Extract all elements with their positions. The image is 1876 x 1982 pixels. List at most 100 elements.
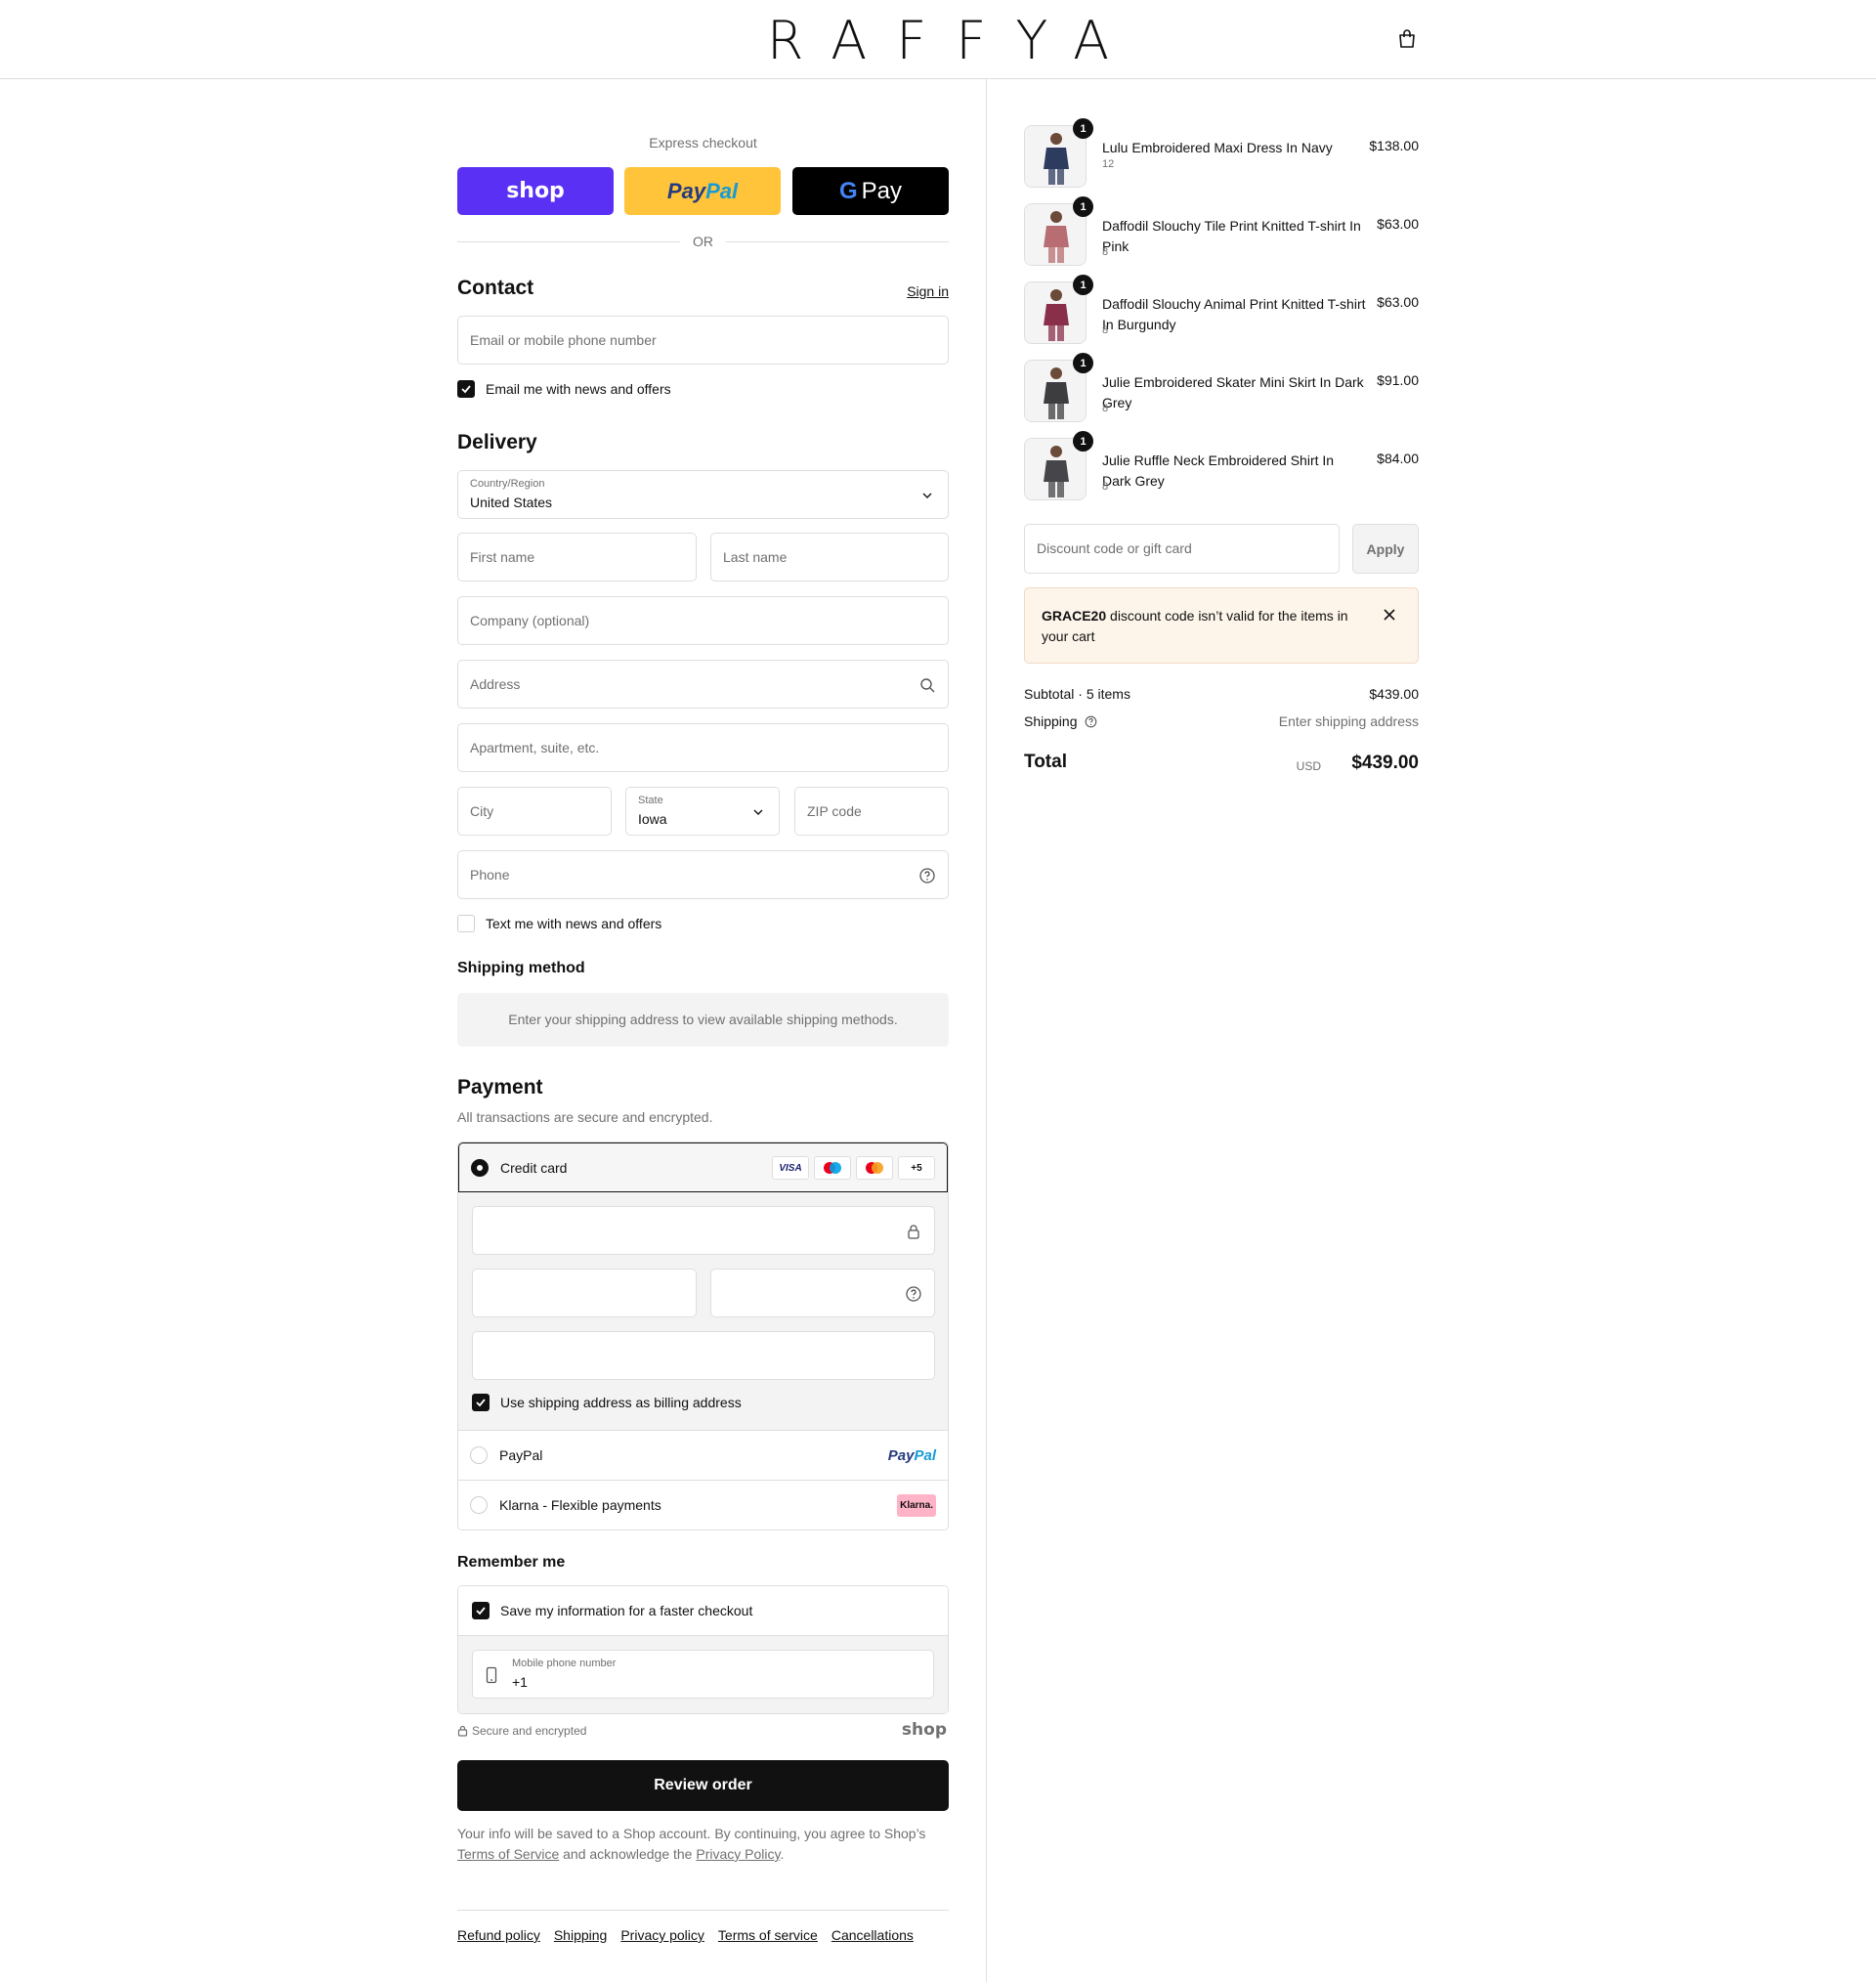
shopping-bag-icon[interactable] <box>1395 27 1419 51</box>
discount-error-alert: GRACE20 discount code isn’t valid for th… <box>1024 587 1419 664</box>
country-label: Country/Region <box>470 478 545 490</box>
last-name-field[interactable]: Last name <box>710 533 949 582</box>
phone-placeholder: Phone <box>470 867 510 883</box>
chevron-down-icon <box>753 809 763 815</box>
state-value: Iowa <box>638 811 667 827</box>
total-row: Total USD $439.00 <box>1024 752 1419 773</box>
help-circle-icon[interactable] <box>918 867 936 884</box>
store-logo[interactable]: RAFFYA <box>0 10 1876 71</box>
discount-code-field[interactable]: Discount code or gift card <box>1024 524 1340 574</box>
quantity-badge: 1 <box>1073 196 1093 217</box>
save-info-checkbox[interactable]: Save my information for a faster checkou… <box>458 1586 948 1635</box>
billing-address-checkbox[interactable]: Use shipping address as billing address <box>472 1394 742 1411</box>
phone-field[interactable]: Phone <box>457 850 949 899</box>
email-field[interactable]: Email or mobile phone number <box>457 316 949 365</box>
mobile-phone-field[interactable]: Mobile phone number +1 <box>472 1650 934 1699</box>
help-circle-icon[interactable] <box>905 1285 922 1303</box>
remember-me-box: Save my information for a faster checkou… <box>457 1585 949 1714</box>
email-news-checkbox[interactable]: Email me with news and offers <box>457 380 671 398</box>
lock-icon <box>908 1225 919 1239</box>
total-value: $439.00 <box>1351 753 1419 773</box>
paypal-express-button[interactable]: Pay Pal <box>624 167 781 215</box>
review-order-button[interactable]: Review order <box>457 1760 949 1811</box>
terms-of-service-footer-link[interactable]: Terms of service <box>718 1927 818 1943</box>
shop-account-legal: Your info will be saved to a Shop accoun… <box>457 1824 949 1865</box>
total-label: Total <box>1024 752 1067 772</box>
shop-pay-button[interactable]: shop <box>457 167 614 215</box>
quantity-badge: 1 <box>1073 118 1093 139</box>
delivery-heading: Delivery <box>457 431 537 453</box>
subtotal-label: Subtotal · 5 items <box>1024 686 1130 702</box>
city-field[interactable]: City <box>457 787 612 836</box>
sign-in-link[interactable]: Sign in <box>907 283 949 299</box>
state-select[interactable]: State Iowa <box>625 787 780 836</box>
help-circle-icon[interactable] <box>1085 715 1097 728</box>
secure-encrypted-label: Secure and encrypted <box>472 1724 587 1738</box>
subtotal-row: Subtotal · 5 items $439.00 <box>1024 686 1419 702</box>
mobile-phone-icon <box>486 1666 497 1684</box>
shop-pay-logo: shop <box>506 179 565 203</box>
paypal-option-label: PayPal <box>499 1447 543 1463</box>
search-icon <box>920 678 935 693</box>
currency-code: USD <box>1296 759 1321 773</box>
paypal-logo-part-b: Pal <box>705 178 739 203</box>
radio-unselected-icon[interactable] <box>470 1446 488 1464</box>
checkbox-unchecked-icon[interactable] <box>457 915 475 932</box>
zip-field[interactable]: ZIP code <box>794 787 949 836</box>
product-price: $63.00 <box>1377 216 1419 232</box>
lock-icon <box>457 1725 468 1737</box>
text-news-checkbox[interactable]: Text me with news and offers <box>457 915 661 932</box>
shipping-label: Shipping <box>1024 713 1078 729</box>
legal-text-c: . <box>780 1846 785 1862</box>
checkbox-checked-icon[interactable] <box>457 380 475 398</box>
company-field[interactable]: Company (optional) <box>457 596 949 645</box>
quantity-badge: 1 <box>1073 353 1093 373</box>
klarna-option-label: Klarna - Flexible payments <box>499 1497 661 1513</box>
checkbox-checked-icon[interactable] <box>472 1394 490 1411</box>
klarna-logo: Klarna. <box>897 1493 936 1517</box>
country-select[interactable]: Country/Region United States <box>457 470 949 519</box>
subtotal-value: $439.00 <box>1369 686 1419 702</box>
paypal-option[interactable]: PayPal PayPal <box>458 1430 948 1480</box>
product-name: Julie Embroidered Skater Mini Skirt In D… <box>1102 374 1364 410</box>
cancellations-link[interactable]: Cancellations <box>831 1927 914 1943</box>
radio-unselected-icon[interactable] <box>470 1496 488 1514</box>
address-field[interactable]: Address <box>457 660 949 709</box>
quantity-badge: 1 <box>1073 275 1093 295</box>
name-on-card-field[interactable] <box>472 1331 935 1380</box>
checkbox-checked-icon[interactable] <box>472 1602 490 1619</box>
expiration-date-field[interactable] <box>472 1269 697 1317</box>
shipping-value: Enter shipping address <box>1278 713 1419 729</box>
shipping-row: Shipping Enter shipping address <box>1024 713 1419 729</box>
privacy-policy-link[interactable]: Privacy Policy <box>696 1846 780 1862</box>
credit-card-label: Credit card <box>500 1159 568 1176</box>
state-label: State <box>638 795 663 806</box>
secure-encrypted-note: Secure and encrypted <box>457 1724 586 1738</box>
shop-logo: shop <box>901 1720 947 1740</box>
radio-selected-icon[interactable] <box>471 1158 489 1177</box>
refund-policy-link[interactable]: Refund policy <box>457 1927 540 1943</box>
quantity-badge: 1 <box>1073 431 1093 452</box>
google-pay-button[interactable]: G Pay <box>792 167 949 215</box>
product-variant: 8 <box>1102 324 1109 336</box>
apartment-field[interactable]: Apartment, suite, etc. <box>457 723 949 772</box>
card-number-field[interactable] <box>472 1206 935 1255</box>
discount-code-name: GRACE20 <box>1042 608 1107 624</box>
security-code-field[interactable] <box>710 1269 935 1317</box>
close-icon[interactable] <box>1383 608 1396 622</box>
klarna-option[interactable]: Klarna - Flexible payments Klarna. <box>458 1480 948 1530</box>
more-brands-badge: +5 <box>898 1156 935 1180</box>
remember-me-heading: Remember me <box>457 1554 566 1571</box>
apply-discount-button[interactable]: Apply <box>1352 524 1419 574</box>
credit-card-option[interactable]: Credit card VISA +5 <box>458 1142 948 1192</box>
privacy-policy-footer-link[interactable]: Privacy policy <box>620 1927 704 1943</box>
footer-links: Refund policy Shipping Privacy policy Te… <box>457 1927 914 1943</box>
terms-of-service-link[interactable]: Terms of Service <box>457 1846 559 1862</box>
mobile-phone-label: Mobile phone number <box>512 1658 617 1669</box>
first-name-field[interactable]: First name <box>457 533 697 582</box>
visa-icon: VISA <box>772 1156 809 1180</box>
footer-divider <box>457 1910 949 1911</box>
city-placeholder: City <box>470 803 494 819</box>
email-placeholder: Email or mobile phone number <box>470 332 657 348</box>
shipping-policy-link[interactable]: Shipping <box>554 1927 608 1943</box>
